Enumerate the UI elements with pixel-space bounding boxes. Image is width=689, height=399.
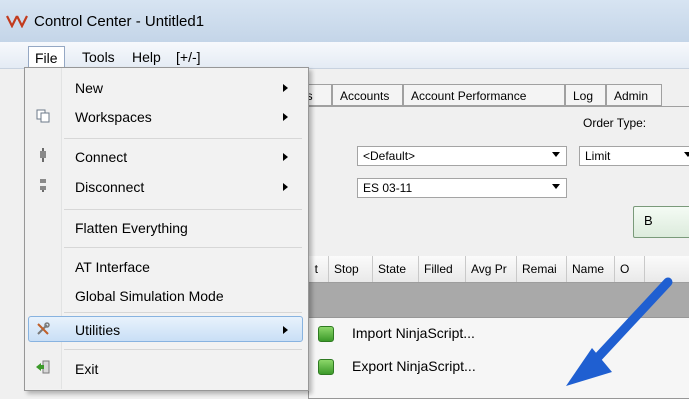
file-menu-global-simulation-mode[interactable]: Global Simulation Mode [75,287,224,305]
export-ninjascript-item[interactable]: Export NinjaScript... [352,358,476,374]
chevron-down-icon [552,152,560,157]
instrument-value: ES 03-11 [363,181,413,195]
exit-icon [36,360,50,374]
chevron-right-icon [283,84,288,92]
file-menu-exit[interactable]: Exit [75,360,98,378]
menu-separator [64,247,302,248]
app-logo-icon [6,15,28,28]
file-menu-highlight [28,316,303,342]
col-header[interactable]: Stop [329,256,373,282]
chevron-down-icon [552,184,560,189]
tab-accounts[interactable]: Accounts [332,84,403,106]
menu-separator [64,349,302,350]
chevron-down-icon [684,152,689,157]
menu-tools[interactable]: Tools [76,47,121,67]
tab-account-performance[interactable]: Account Performance [403,84,565,106]
menu-separator [64,209,302,210]
import-ninjascript-item[interactable]: Import NinjaScript... [352,325,475,341]
file-menu-connect[interactable]: Connect [75,148,127,166]
export-icon [318,359,334,375]
chevron-right-icon [283,326,288,334]
menu-separator [64,312,302,313]
action-button[interactable]: B [633,206,689,238]
file-menu-new[interactable]: New [75,79,103,97]
menu-expand[interactable]: [+/-] [170,47,207,67]
workspaces-icon [36,109,50,123]
chevron-right-icon [283,113,288,121]
file-menu-at-interface[interactable]: AT Interface [75,258,150,276]
order-type-combo[interactable]: Limit [579,146,689,166]
instrument-combo[interactable]: ES 03-11 [357,178,567,198]
menu-separator [64,138,302,139]
file-menu-utilities[interactable]: Utilities [75,321,120,339]
file-menu-workspaces[interactable]: Workspaces [75,108,152,126]
order-type-label: Order Type: [583,116,647,130]
plug-icon [40,148,46,162]
window-title: Control Center - Untitled1 [34,13,205,30]
annotation-arrow [566,277,673,386]
col-header[interactable]: State [373,256,419,282]
account-combo[interactable]: <Default> [357,146,567,166]
tab-log[interactable]: Log [565,84,606,106]
menu-file[interactable]: File [28,46,65,69]
import-icon [318,326,334,342]
chevron-right-icon [283,153,288,161]
order-type-value: Limit [585,149,611,163]
file-menu-disconnect[interactable]: Disconnect [75,178,144,196]
file-menu-flatten-everything[interactable]: Flatten Everything [75,219,188,237]
tools-icon [37,322,50,335]
tab-admin[interactable]: Admin [606,84,662,106]
chevron-right-icon [283,183,288,191]
col-header[interactable]: Filled [419,256,466,282]
unplug-icon [40,179,46,192]
menu-help[interactable]: Help [126,47,167,67]
account-combo-value: <Default> [363,149,416,163]
col-header[interactable]: Avg Pr [466,256,517,282]
